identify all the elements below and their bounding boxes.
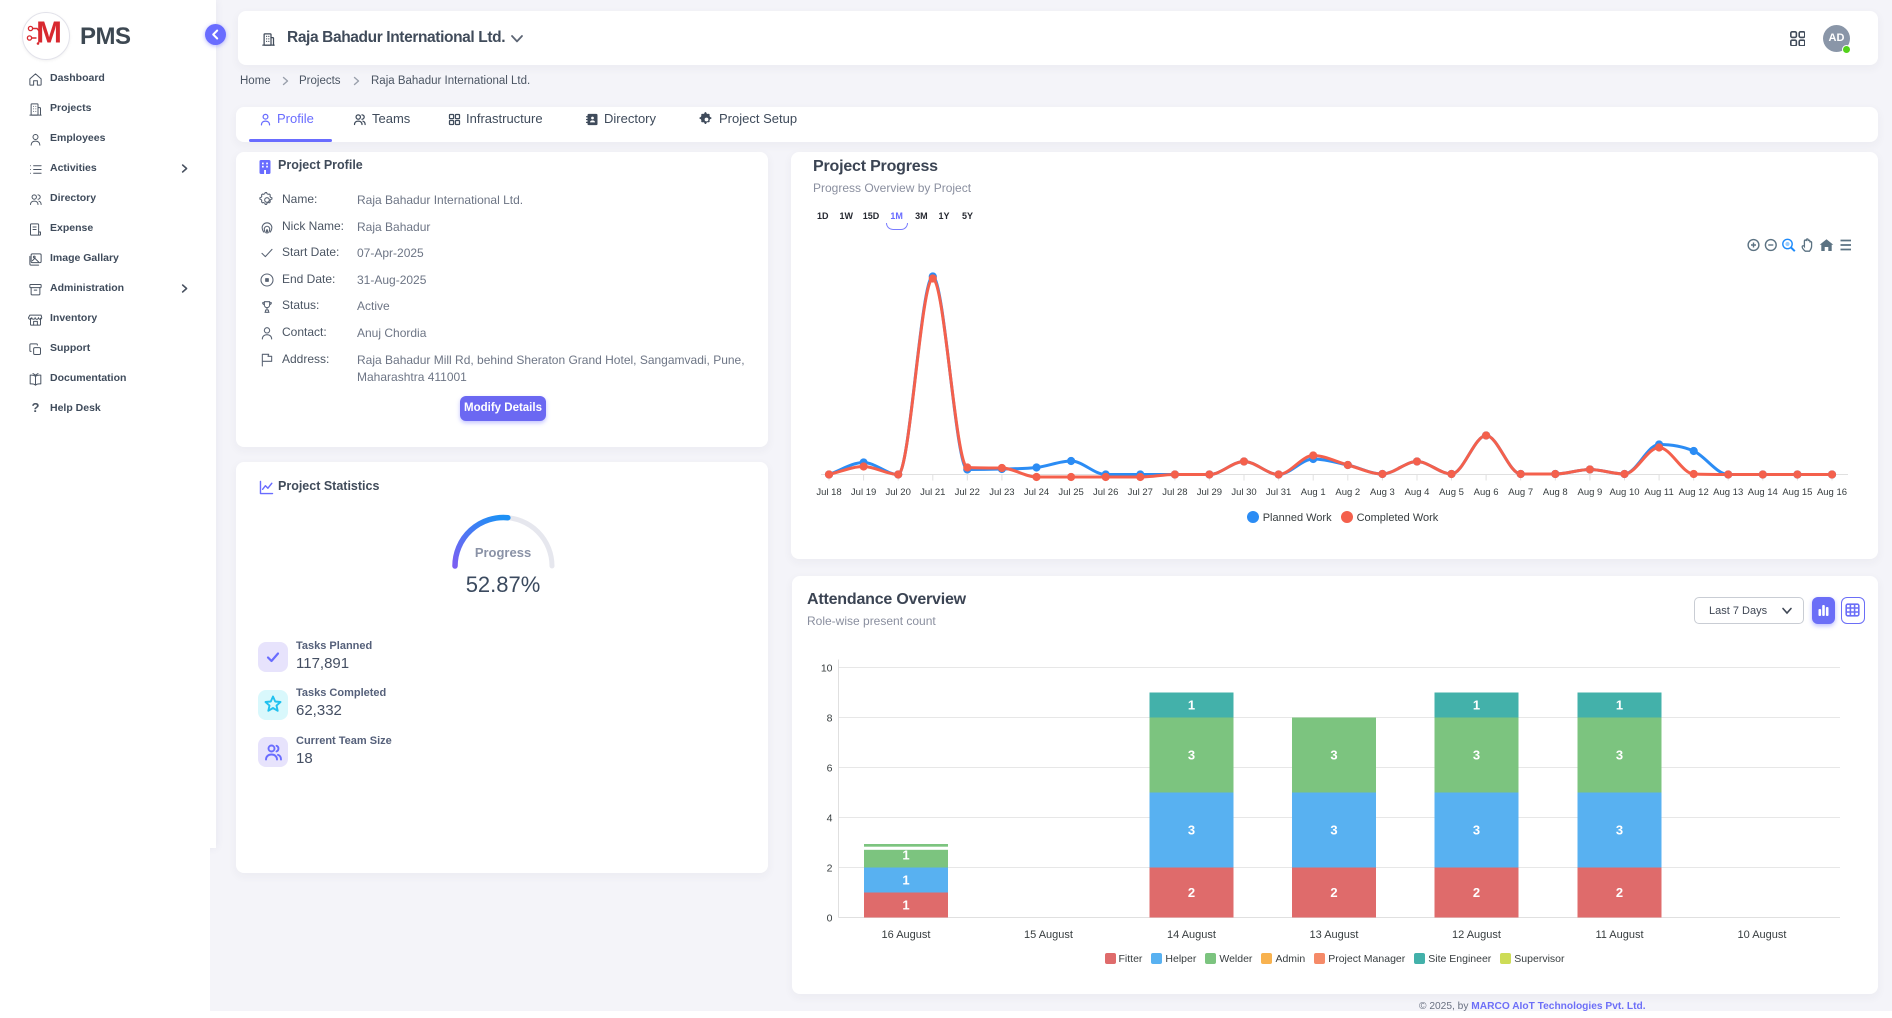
svg-text:Aug 9: Aug 9 xyxy=(1577,487,1602,498)
svg-text:Jul 29: Jul 29 xyxy=(1197,487,1222,498)
svg-text:1: 1 xyxy=(1473,698,1480,713)
svg-text:10 August: 10 August xyxy=(1738,929,1787,941)
svg-text:Aug 5: Aug 5 xyxy=(1439,487,1464,498)
svg-text:Jul 22: Jul 22 xyxy=(955,487,980,498)
svg-text:8: 8 xyxy=(827,713,833,725)
svg-text:Aug 10: Aug 10 xyxy=(1609,487,1639,498)
svg-text:3: 3 xyxy=(1473,748,1480,763)
svg-text:Aug 6: Aug 6 xyxy=(1474,487,1499,498)
svg-text:3: 3 xyxy=(1616,823,1623,838)
svg-text:Aug 8: Aug 8 xyxy=(1543,487,1568,498)
svg-text:1: 1 xyxy=(902,873,909,888)
svg-text:Aug 7: Aug 7 xyxy=(1508,487,1533,498)
svg-text:12 August: 12 August xyxy=(1452,929,1501,941)
svg-text:Aug 3: Aug 3 xyxy=(1370,487,1395,498)
svg-text:15 August: 15 August xyxy=(1024,929,1073,941)
svg-text:3: 3 xyxy=(1330,748,1337,763)
svg-text:Jul 20: Jul 20 xyxy=(886,487,911,498)
svg-text:13 August: 13 August xyxy=(1310,929,1359,941)
svg-text:Aug 13: Aug 13 xyxy=(1713,487,1743,498)
svg-text:2: 2 xyxy=(1616,885,1623,900)
svg-text:14 August: 14 August xyxy=(1167,929,1216,941)
svg-text:M: M xyxy=(36,15,61,50)
svg-text:1: 1 xyxy=(1188,698,1195,713)
svg-text:2: 2 xyxy=(1188,885,1195,900)
svg-text:11 August: 11 August xyxy=(1595,929,1643,941)
svg-text:3: 3 xyxy=(1473,823,1480,838)
svg-text:Aug 15: Aug 15 xyxy=(1782,487,1812,498)
svg-text:Jul 25: Jul 25 xyxy=(1058,487,1083,498)
svg-text:3: 3 xyxy=(1188,748,1195,763)
svg-text:Jul 18: Jul 18 xyxy=(816,487,841,498)
svg-text:3: 3 xyxy=(1330,823,1337,838)
svg-text:1: 1 xyxy=(902,898,909,913)
svg-text:2: 2 xyxy=(1330,885,1337,900)
svg-text:Aug 16: Aug 16 xyxy=(1817,487,1847,498)
svg-text:0: 0 xyxy=(827,913,833,925)
svg-text:Jul 27: Jul 27 xyxy=(1128,487,1153,498)
svg-text:Jul 28: Jul 28 xyxy=(1162,487,1187,498)
svg-text:16 August: 16 August xyxy=(882,929,931,941)
svg-text:Aug 2: Aug 2 xyxy=(1335,487,1360,498)
svg-text:Aug 11: Aug 11 xyxy=(1644,487,1673,498)
svg-text:Jul 19: Jul 19 xyxy=(851,487,876,498)
svg-text:Aug 1: Aug 1 xyxy=(1301,487,1326,498)
svg-text:Aug 4: Aug 4 xyxy=(1405,487,1430,498)
svg-text:Aug 14: Aug 14 xyxy=(1748,487,1778,498)
svg-text:Jul 31: Jul 31 xyxy=(1266,487,1291,498)
svg-text:1: 1 xyxy=(902,848,909,863)
svg-text:Jul 23: Jul 23 xyxy=(989,487,1014,498)
svg-text:2: 2 xyxy=(827,863,833,875)
svg-text:Jul 26: Jul 26 xyxy=(1093,487,1118,498)
svg-text:Jul 21: Jul 21 xyxy=(920,487,945,498)
svg-text:6: 6 xyxy=(827,763,833,775)
svg-text:10: 10 xyxy=(821,663,833,675)
svg-text:1: 1 xyxy=(1616,698,1623,713)
svg-text:3: 3 xyxy=(1188,823,1195,838)
svg-text:Jul 30: Jul 30 xyxy=(1231,487,1256,498)
svg-text:3: 3 xyxy=(1616,748,1623,763)
svg-text:2: 2 xyxy=(1473,885,1480,900)
svg-text:Jul 24: Jul 24 xyxy=(1024,487,1049,498)
svg-text:4: 4 xyxy=(827,813,833,825)
svg-text:Aug 12: Aug 12 xyxy=(1679,487,1709,498)
